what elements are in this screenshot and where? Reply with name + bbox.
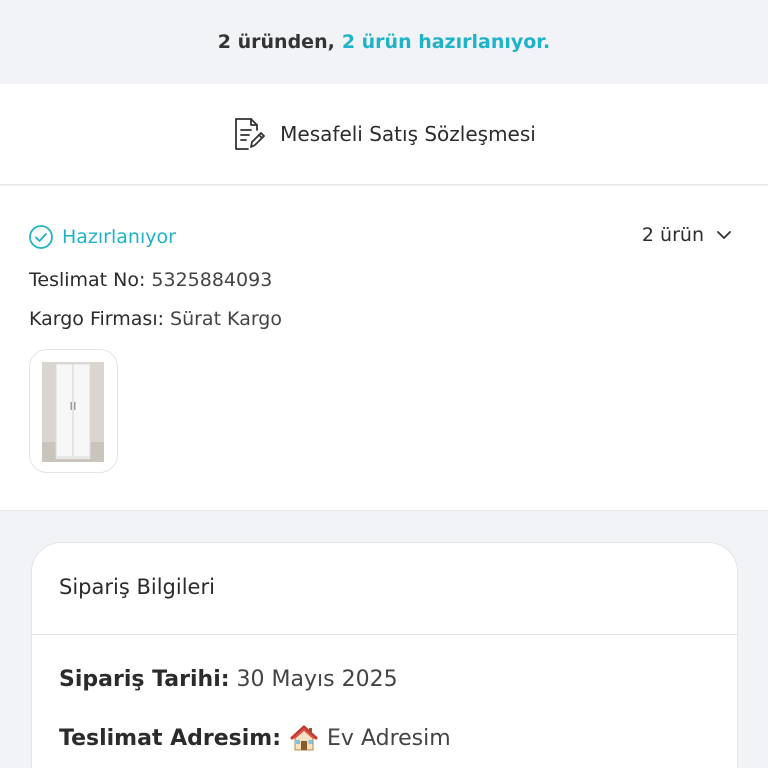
delivery-address-row[interactable]: Teslimat Adresim: Ev Adresim <box>59 723 451 753</box>
item-count-toggle[interactable]: 2 ürün <box>642 224 732 246</box>
delivery-status-label: Hazırlanıyor <box>62 226 176 248</box>
white-wardrobe-product-image <box>42 362 104 462</box>
delivery-number-label: Teslimat No: <box>29 269 146 291</box>
carrier-row: Kargo Firması: Sürat Kargo <box>29 308 282 330</box>
contract-edit-icon <box>235 118 266 150</box>
delivery-address-value: Ev Adresim <box>327 725 451 751</box>
divider <box>32 634 737 635</box>
delivery-number-value: 5325884093 <box>151 269 273 291</box>
contract-label: Mesafeli Satış Sözleşmesi <box>280 122 536 146</box>
order-info-card: Sipariş Bilgileri Sipariş Tarihi: 30 May… <box>31 542 738 768</box>
carrier-value: Sürat Kargo <box>170 308 282 330</box>
order-date-value: 30 Mayıs 2025 <box>236 667 398 692</box>
order-date-row: Sipariş Tarihi: 30 Mayıs 2025 <box>59 667 398 692</box>
order-info-title: Sipariş Bilgileri <box>59 575 215 599</box>
banner-highlight: 2 ürün hazırlanıyor. <box>341 31 551 53</box>
carrier-label: Kargo Firması: <box>29 308 165 330</box>
delivery-status: Hazırlanıyor <box>28 224 176 250</box>
product-thumbnail[interactable] <box>29 349 118 473</box>
delivery-number-row: Teslimat No: 5325884093 <box>29 269 272 291</box>
item-count-label: 2 ürün <box>641 224 704 246</box>
banner-prefix: 2 üründen, <box>217 31 335 53</box>
house-emoji-icon <box>290 725 318 751</box>
order-summary-banner: 2 üründen, 2 ürün hazırlanıyor. <box>0 0 768 84</box>
distance-sales-contract-link[interactable]: Mesafeli Satış Sözleşmesi <box>0 84 768 185</box>
delivery-address-label: Teslimat Adresim: <box>59 725 282 751</box>
chevron-down-icon <box>717 231 731 239</box>
check-circle-icon <box>29 225 53 249</box>
delivery-section: Hazırlanıyor 2 ürün Teslimat No: 53258840… <box>0 186 768 511</box>
order-date-label: Sipariş Tarihi: <box>59 667 230 692</box>
